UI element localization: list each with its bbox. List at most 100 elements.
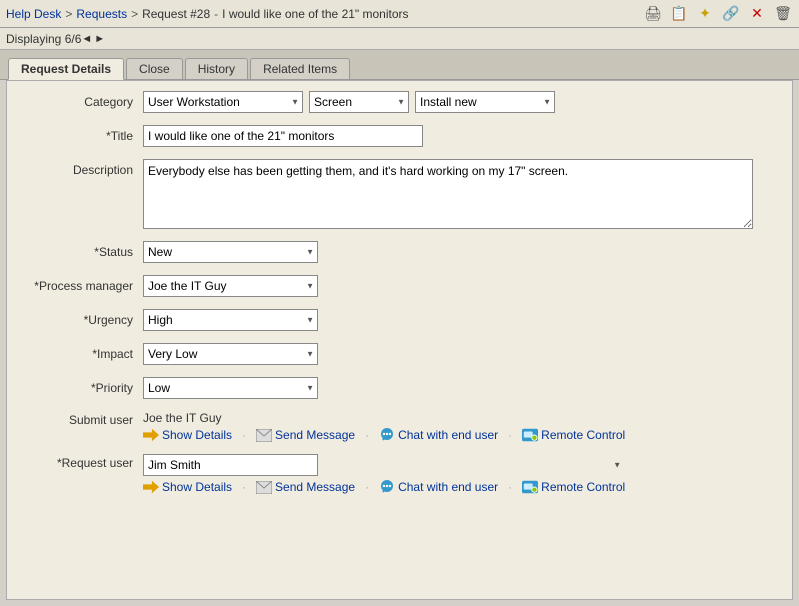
- category2-select[interactable]: Screen: [309, 91, 409, 113]
- request-chat-link[interactable]: Chat with end user: [379, 480, 498, 494]
- process-manager-select[interactable]: Joe the IT Guy: [143, 275, 318, 297]
- request-user-row: *Request user Jim Smith Show De: [23, 454, 776, 494]
- submit-user-info: Joe the IT Guy Show Details ·: [143, 411, 625, 442]
- nav-next-button[interactable]: ►: [94, 33, 105, 45]
- impact-select[interactable]: Very Low: [143, 343, 318, 365]
- status-controls: New: [143, 241, 776, 263]
- category3-select[interactable]: Install new: [415, 91, 555, 113]
- impact-row: *Impact Very Low: [23, 343, 776, 365]
- breadcrumb-requests[interactable]: Requests: [76, 7, 127, 21]
- title-controls: [143, 125, 776, 147]
- submit-show-details-label: Show Details: [162, 428, 232, 442]
- submit-chat-link[interactable]: Chat with end user: [379, 428, 498, 442]
- priority-select[interactable]: Low: [143, 377, 318, 399]
- process-manager-row: *Process manager Joe the IT Guy: [23, 275, 776, 297]
- description-textarea[interactable]: Everybody else has been getting them, an…: [143, 159, 753, 229]
- title-input[interactable]: [143, 125, 423, 147]
- category1-select-wrap[interactable]: User Workstation: [143, 91, 303, 113]
- copy-icon[interactable]: 📋: [669, 4, 689, 24]
- breadcrumb-sep3: -: [214, 7, 218, 21]
- close-x-icon[interactable]: ✕: [747, 4, 767, 24]
- submit-chat-label: Chat with end user: [398, 428, 498, 442]
- process-manager-controls: Joe the IT Guy: [143, 275, 776, 297]
- request-user-select[interactable]: Jim Smith: [143, 454, 318, 476]
- impact-select-wrap[interactable]: Very Low: [143, 343, 318, 365]
- submit-remote-link[interactable]: Remote Control: [522, 428, 625, 442]
- request-remote-label: Remote Control: [541, 480, 625, 494]
- category1-select[interactable]: User Workstation: [143, 91, 303, 113]
- request-send-message-icon: [256, 480, 272, 494]
- request-send-message-link[interactable]: Send Message: [256, 480, 355, 494]
- status-label: *Status: [23, 245, 143, 259]
- request-chat-label: Chat with end user: [398, 480, 498, 494]
- remote-control-icon: [522, 428, 538, 442]
- link-icon[interactable]: 🔗: [721, 4, 741, 24]
- priority-select-wrap[interactable]: Low: [143, 377, 318, 399]
- submit-send-message-link[interactable]: Send Message: [256, 428, 355, 442]
- priority-controls: Low: [143, 377, 776, 399]
- request-show-details-link[interactable]: Show Details: [143, 480, 232, 494]
- top-icons: 🖨 📋 ✦ 🔗 ✕ 🗑: [643, 4, 793, 24]
- request-user-section: Jim Smith Show Details ·: [143, 454, 625, 494]
- category-controls: User Workstation Screen Install new: [143, 91, 776, 113]
- request-send-message-label: Send Message: [275, 480, 355, 494]
- tab-request-details[interactable]: Request Details: [8, 58, 124, 80]
- breadcrumb-sep1: >: [65, 7, 72, 21]
- chat-icon: [379, 428, 395, 442]
- impact-controls: Very Low: [143, 343, 776, 365]
- request-show-details-icon: [143, 480, 159, 494]
- star-icon[interactable]: ✦: [695, 4, 715, 24]
- main-content: Category User Workstation Screen Install…: [6, 80, 793, 600]
- submit-show-details-link[interactable]: Show Details: [143, 428, 232, 442]
- title-label: *Title: [23, 129, 143, 143]
- top-bar: Help Desk > Requests > Request #28 - I w…: [0, 0, 799, 28]
- request-remote-link[interactable]: Remote Control: [522, 480, 625, 494]
- category2-select-wrap[interactable]: Screen: [309, 91, 409, 113]
- nav-prev-button[interactable]: ◄: [81, 33, 92, 45]
- status-select-wrap[interactable]: New: [143, 241, 318, 263]
- process-manager-select-wrap[interactable]: Joe the IT Guy: [143, 275, 318, 297]
- submit-user-controls: Joe the IT Guy Show Details ·: [143, 411, 776, 442]
- tab-history[interactable]: History: [185, 58, 248, 79]
- urgency-select[interactable]: High: [143, 309, 318, 331]
- submit-user-name: Joe the IT Guy: [143, 411, 625, 425]
- show-details-icon: [143, 428, 159, 442]
- priority-label: *Priority: [23, 381, 143, 395]
- submit-send-message-label: Send Message: [275, 428, 355, 442]
- print-icon[interactable]: 🖨: [643, 4, 663, 24]
- urgency-select-wrap[interactable]: High: [143, 309, 318, 331]
- request-user-controls: Jim Smith Show Details ·: [143, 454, 776, 494]
- submit-user-label: Submit user: [23, 411, 143, 427]
- request-user-select-wrap[interactable]: Jim Smith: [143, 454, 625, 476]
- breadcrumb-sep2: >: [131, 7, 138, 21]
- urgency-label: *Urgency: [23, 313, 143, 327]
- submit-remote-label: Remote Control: [541, 428, 625, 442]
- trash-icon[interactable]: 🗑: [773, 4, 793, 24]
- impact-label: *Impact: [23, 347, 143, 361]
- request-user-label: *Request user: [23, 454, 143, 470]
- category-row: Category User Workstation Screen Install…: [23, 91, 776, 113]
- status-select[interactable]: New: [143, 241, 318, 263]
- breadcrumb-helpdesk[interactable]: Help Desk: [6, 7, 61, 21]
- tab-close[interactable]: Close: [126, 58, 183, 79]
- urgency-controls: High: [143, 309, 776, 331]
- status-row: *Status New: [23, 241, 776, 263]
- breadcrumb: Help Desk > Requests > Request #28 - I w…: [6, 7, 409, 21]
- priority-row: *Priority Low: [23, 377, 776, 399]
- category3-select-wrap[interactable]: Install new: [415, 91, 555, 113]
- urgency-row: *Urgency High: [23, 309, 776, 331]
- title-row: *Title: [23, 125, 776, 147]
- process-manager-label: *Process manager: [23, 279, 143, 293]
- display-count: Displaying 6/6: [6, 32, 81, 46]
- submit-user-row: Submit user Joe the IT Guy Show Details …: [23, 411, 776, 442]
- submit-user-actions: Show Details · Send Message ·: [143, 428, 625, 442]
- description-controls: Everybody else has been getting them, an…: [143, 159, 776, 229]
- description-label: Description: [23, 159, 143, 177]
- breadcrumb-request-num: Request #28: [142, 7, 210, 21]
- tab-related-items[interactable]: Related Items: [250, 58, 350, 79]
- send-message-icon: [256, 428, 272, 442]
- request-user-actions: Show Details · Send Message ·: [143, 480, 625, 494]
- description-row: Description Everybody else has been gett…: [23, 159, 776, 229]
- request-show-details-label: Show Details: [162, 480, 232, 494]
- request-remote-icon: [522, 480, 538, 494]
